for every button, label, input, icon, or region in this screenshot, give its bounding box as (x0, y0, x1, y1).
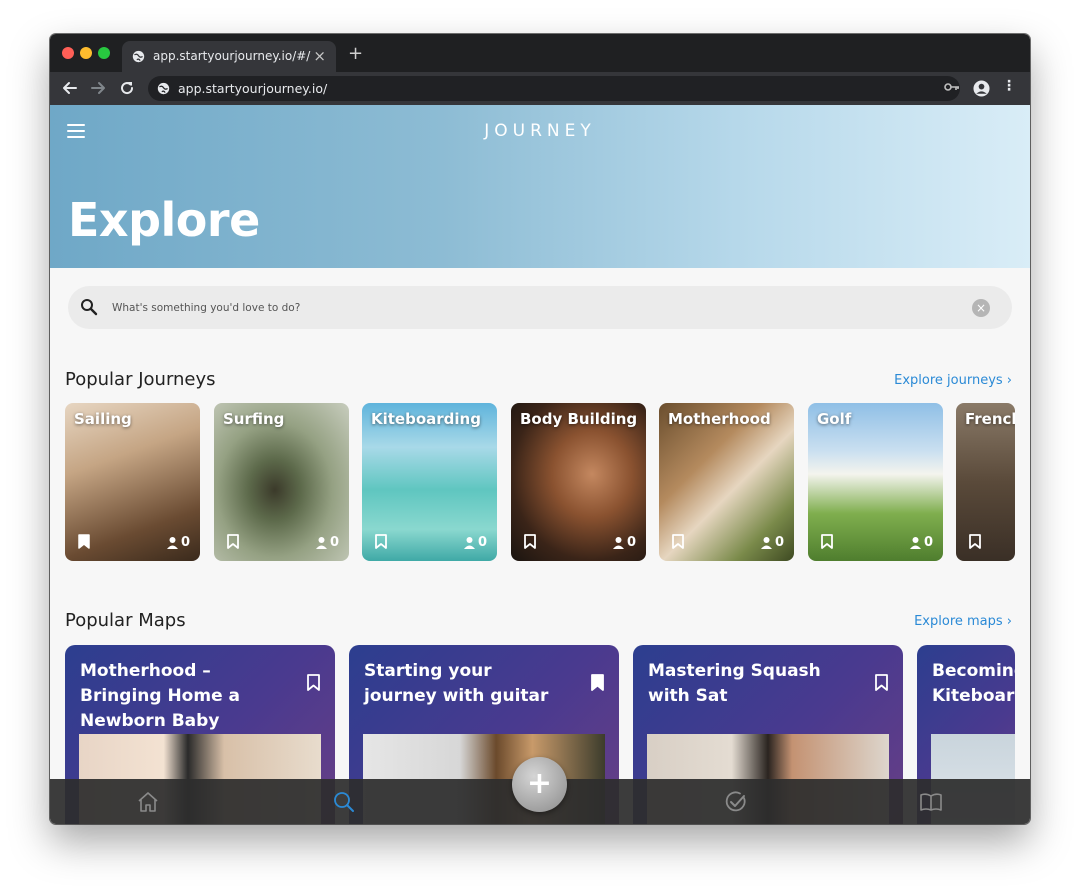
bookmark-icon[interactable] (672, 534, 684, 549)
journeys-carousel: Sailing 0 Surfing 0 Kiteboarding 0 Body … (65, 403, 1015, 561)
search-input[interactable] (112, 298, 952, 318)
bookmark-icon[interactable] (375, 534, 387, 549)
app-page: JOURNEY Explore × Popular Journeys Explo… (50, 105, 1030, 824)
person-icon (166, 537, 178, 549)
journey-card-body-building[interactable]: Body Building 0 (511, 403, 646, 561)
map-title: Starting your journey with guitar (364, 661, 549, 706)
account-icon[interactable] (973, 80, 990, 97)
bookmark-filled-icon[interactable] (78, 534, 90, 549)
tab-bar: app.startyourjourney.io/#/ × + (50, 34, 1030, 72)
person-icon (612, 537, 624, 549)
popular-journeys-heading: Popular Journeys (65, 369, 216, 390)
journey-card-golf[interactable]: Golf 0 (808, 403, 943, 561)
follower-count: 0 (166, 535, 190, 550)
journey-card-motherhood[interactable]: Motherhood 0 (659, 403, 794, 561)
add-button[interactable]: + (512, 757, 567, 812)
globe-icon (132, 50, 145, 63)
popular-maps-heading: Popular Maps (65, 610, 186, 631)
maximize-window-button[interactable] (98, 47, 110, 59)
search-icon (81, 299, 98, 316)
journey-name: French (965, 410, 1015, 428)
follower-count: 0 (760, 535, 784, 550)
journey-name: Body Building (520, 410, 638, 428)
home-icon[interactable] (136, 790, 160, 814)
journey-card-surfing[interactable]: Surfing 0 (214, 403, 349, 561)
clear-search-icon[interactable]: × (972, 299, 990, 317)
follower-count-value: 0 (180, 535, 190, 550)
minimize-window-button[interactable] (80, 47, 92, 59)
globe-icon (157, 82, 170, 95)
person-icon (463, 537, 475, 549)
follower-count-value: 0 (329, 535, 339, 550)
tab-close-button[interactable]: × (313, 47, 326, 65)
bookmark-filled-icon[interactable] (591, 674, 604, 691)
follower-count-value: 0 (626, 535, 636, 550)
page-title: Explore (68, 193, 260, 247)
bookmark-icon[interactable] (875, 674, 888, 691)
explore-journeys-link[interactable]: Explore journeys › (894, 373, 1012, 388)
follower-count-value: 0 (923, 535, 933, 550)
journey-card-french[interactable]: French (956, 403, 1015, 561)
brand-logo: JOURNEY (484, 121, 596, 141)
book-icon[interactable] (919, 790, 943, 814)
close-window-button[interactable] (62, 47, 74, 59)
reload-icon[interactable] (118, 79, 136, 97)
more-vert-icon[interactable]: ⋮ (1002, 78, 1016, 94)
url-text: app.startyourjourney.io/ (178, 81, 328, 96)
follower-count: 0 (909, 535, 933, 550)
search-bar: × (68, 286, 1012, 329)
bookmark-icon[interactable] (821, 534, 833, 549)
arrow-right-icon[interactable] (89, 79, 107, 97)
journey-name: Motherhood (668, 410, 771, 428)
person-icon (315, 537, 327, 549)
browser-tab[interactable]: app.startyourjourney.io/#/ × (122, 41, 336, 72)
follower-count: 0 (463, 535, 487, 550)
browser-window: app.startyourjourney.io/#/ × + app.start… (50, 34, 1030, 824)
follower-count-value: 0 (774, 535, 784, 550)
person-icon (760, 537, 772, 549)
bookmark-icon[interactable] (227, 534, 239, 549)
journey-card-sailing[interactable]: Sailing 0 (65, 403, 200, 561)
check-circle-icon[interactable] (724, 790, 748, 814)
journey-card-kiteboarding[interactable]: Kiteboarding 0 (362, 403, 497, 561)
journey-name: Surfing (223, 410, 285, 428)
bookmark-icon[interactable] (307, 674, 320, 691)
person-icon (909, 537, 921, 549)
explore-maps-link[interactable]: Explore maps › (914, 614, 1012, 629)
map-title: Becoming a Kiteboarder (932, 661, 1015, 706)
new-tab-button[interactable]: + (348, 43, 363, 64)
browser-toolbar: app.startyourjourney.io/ ⋮ (50, 72, 1030, 105)
journey-name: Kiteboarding (371, 410, 481, 428)
address-bar[interactable]: app.startyourjourney.io/ (148, 76, 960, 101)
key-icon[interactable] (944, 82, 960, 92)
map-title: Mastering Squash with Sat (648, 661, 821, 706)
arrow-left-icon[interactable] (61, 79, 79, 97)
map-title: Motherhood – Bringing Home a Newborn Bab… (80, 661, 240, 731)
bookmark-icon[interactable] (969, 534, 981, 549)
page-header: JOURNEY Explore (50, 105, 1030, 268)
tab-title: app.startyourjourney.io/#/ (153, 49, 311, 63)
bookmark-icon[interactable] (524, 534, 536, 549)
follower-count: 0 (315, 535, 339, 550)
follower-count-value: 0 (477, 535, 487, 550)
follower-count: 0 (612, 535, 636, 550)
search-icon[interactable] (332, 790, 356, 814)
journey-name: Golf (817, 410, 852, 428)
journey-name: Sailing (74, 410, 132, 428)
